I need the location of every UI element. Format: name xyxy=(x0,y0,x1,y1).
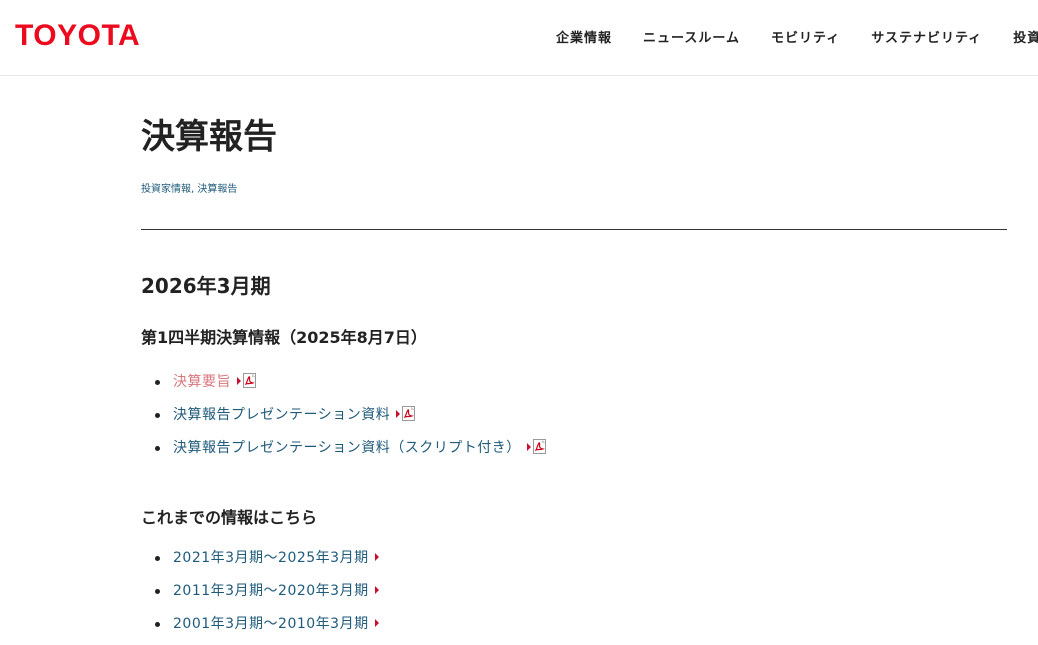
triangle-right-icon xyxy=(526,443,531,451)
triangle-right-icon xyxy=(374,586,379,594)
list-item: 2001年3月期〜2010年3月期 xyxy=(141,612,379,645)
nav-item-newsroom[interactable]: ニュースルーム xyxy=(643,27,740,46)
list-item: 2021年3月期〜2025年3月期 xyxy=(141,546,379,579)
nav-item-mobility[interactable]: モビリティ xyxy=(771,27,840,46)
past-info-heading: これまでの情報はこちら xyxy=(141,508,318,527)
triangle-right-icon xyxy=(237,377,241,385)
global-nav: 企業情報 ニュースルーム モビリティ サステナビリティ 投資 xyxy=(556,0,1038,72)
doc-link-summary[interactable]: 決算要旨 xyxy=(173,374,231,390)
fiscal-year-heading: 2026年3月期 xyxy=(141,274,271,298)
list-item: 決算要旨 xyxy=(141,370,546,403)
list-item: 決算報告プレゼンテーション資料（スクリプト付き） xyxy=(141,436,546,469)
nav-item-company[interactable]: 企業情報 xyxy=(556,27,612,46)
breadcrumb: 投資家情報, 決算報告 xyxy=(141,180,237,195)
nav-item-sustainability[interactable]: サステナビリティ xyxy=(871,27,982,46)
past-link-2011-2020[interactable]: 2011年3月期〜2020年3月期 xyxy=(173,583,369,599)
past-link-2021-2025[interactable]: 2021年3月期〜2025年3月期 xyxy=(173,550,369,566)
list-item: 決算報告プレゼンテーション資料 xyxy=(141,403,546,436)
pdf-icon[interactable] xyxy=(532,439,546,454)
quarter-heading: 第1四半期決算情報（2025年8月7日） xyxy=(141,328,427,347)
triangle-right-icon xyxy=(374,553,379,561)
past-link-2001-2010[interactable]: 2001年3月期〜2010年3月期 xyxy=(173,616,369,632)
triangle-right-icon xyxy=(396,410,401,418)
page-title: 決算報告 xyxy=(141,117,277,157)
nav-item-investors[interactable]: 投資 xyxy=(1013,27,1038,46)
doc-link-presentation-script[interactable]: 決算報告プレゼンテーション資料（スクリプト付き） xyxy=(173,440,521,456)
site-header: TOYOTA 企業情報 ニュースルーム モビリティ サステナビリティ 投資 xyxy=(0,0,1038,76)
breadcrumb-item-investors[interactable]: 投資家情報 xyxy=(141,184,191,195)
document-list: 決算要旨 決算報告プレゼンテーション資料 決算報告プレゼンテーション資料（スクリ… xyxy=(141,370,546,469)
doc-link-presentation[interactable]: 決算報告プレゼンテーション資料 xyxy=(173,407,390,423)
past-links-list: 2021年3月期〜2025年3月期 2011年3月期〜2020年3月期 2001… xyxy=(141,546,379,645)
divider xyxy=(141,229,1007,230)
toyota-logo[interactable]: TOYOTA xyxy=(15,19,140,53)
triangle-right-icon xyxy=(374,619,379,627)
breadcrumb-item-results[interactable]: 決算報告 xyxy=(197,184,237,195)
pdf-icon[interactable] xyxy=(402,406,416,421)
list-item: 2011年3月期〜2020年3月期 xyxy=(141,579,379,612)
pdf-icon[interactable] xyxy=(243,373,256,388)
